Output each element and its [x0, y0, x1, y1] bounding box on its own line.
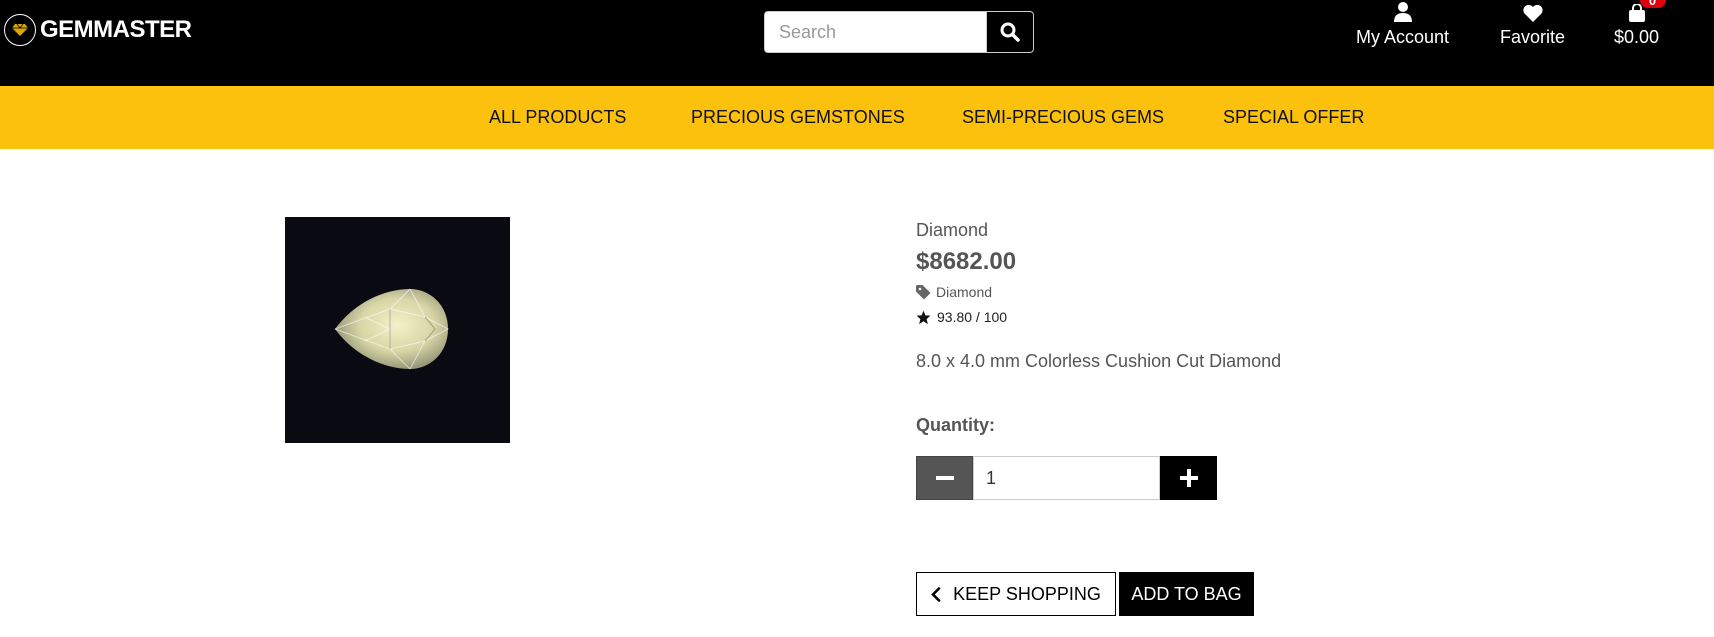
site-logo[interactable]: GEMMASTER — [4, 14, 192, 46]
shopping-bag-icon: 0 — [1628, 0, 1666, 22]
bag-total: $0.00 — [1614, 27, 1660, 47]
main-menu: ALL PRODUCTS PRECIOUS GEMSTONES SEMI-PRE… — [0, 86, 1714, 149]
product-price: $8682.00 — [916, 248, 1017, 275]
increment-quantity-button[interactable] — [1160, 456, 1217, 500]
gem-logo-icon — [4, 14, 36, 46]
menu-item-precious-gemstones[interactable]: PRECIOUS GEMSTONES — [691, 86, 905, 149]
top-header: GEMMASTER My Account Favorite 0 $0.00 — [0, 0, 1714, 86]
product-name: Diamond — [916, 220, 989, 240]
search-icon — [1000, 22, 1020, 42]
user-icon — [1393, 0, 1412, 22]
rating-value: 93.80 / 100 — [937, 309, 1008, 325]
decrement-quantity-button[interactable] — [916, 456, 973, 500]
my-account-label: My Account — [1356, 27, 1450, 47]
star-icon — [916, 310, 931, 324]
quantity-label: Quantity: — [916, 415, 995, 435]
search-input[interactable] — [765, 12, 986, 52]
bag-count-badge: 0 — [1639, 0, 1666, 8]
tag-icon — [916, 284, 931, 299]
add-to-bag-button[interactable]: ADD TO BAG — [1119, 572, 1254, 616]
product-category-tag[interactable]: Diamond — [916, 284, 992, 300]
add-to-bag-label: ADD TO BAG — [1131, 583, 1242, 604]
quantity-input[interactable] — [973, 456, 1160, 500]
logo-text: GEMMASTER — [40, 16, 192, 43]
menu-item-special-offer[interactable]: SPECIAL OFFER — [1223, 86, 1364, 149]
keep-shopping-button[interactable]: KEEP SHOPPING — [916, 572, 1116, 616]
favorite-label: Favorite — [1500, 27, 1566, 47]
menu-item-all-products[interactable]: ALL PRODUCTS — [489, 86, 626, 149]
quantity-stepper — [916, 456, 1217, 500]
heart-icon — [1522, 0, 1543, 22]
product-description: 8.0 x 4.0 mm Colorless Cushion Cut Diamo… — [916, 351, 1282, 371]
product-rating: 93.80 / 100 — [916, 309, 1007, 325]
favorite-link[interactable]: Favorite — [1500, 0, 1565, 60]
chevron-left-icon — [931, 586, 941, 602]
search-bar — [764, 11, 1034, 53]
my-account-link[interactable]: My Account — [1356, 0, 1449, 60]
keep-shopping-label: KEEP SHOPPING — [953, 583, 1101, 604]
tag-label: Diamond — [936, 284, 993, 300]
minus-icon — [935, 476, 954, 480]
product-image[interactable] — [285, 217, 510, 443]
shopping-bag-link[interactable]: 0 $0.00 — [1614, 0, 1666, 60]
menu-item-semi-precious-gems[interactable]: SEMI-PRECIOUS GEMS — [962, 86, 1164, 149]
search-button[interactable] — [986, 12, 1033, 52]
plus-icon — [1179, 469, 1198, 487]
